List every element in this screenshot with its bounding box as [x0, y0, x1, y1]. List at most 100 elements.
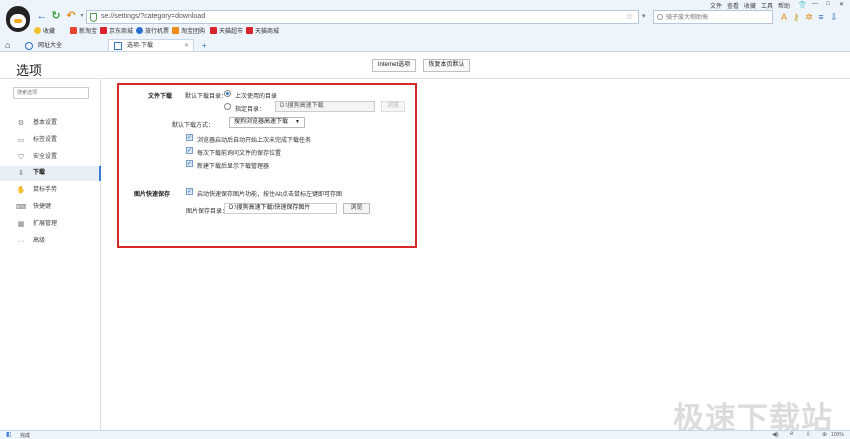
download-status-icon[interactable]: ⇩ [806, 431, 811, 438]
bookmark-item[interactable]: 旅行机票 [136, 26, 169, 36]
bookmark-favorites[interactable]: 收藏 [34, 26, 55, 36]
speaker-icon[interactable]: ◀) [772, 431, 779, 438]
web-search-box[interactable] [653, 10, 773, 24]
sidebar-item-basic[interactable]: ⚙ 基本设置 [0, 116, 101, 131]
options-sidebar: ⚙ 基本设置 ▭ 标签设置 ⛉ 安全设置 ⇩ 下载 ✋ 鼠标手势 ⌨ 快捷键 ▦ 扩展管理 ·… [0, 79, 101, 430]
checkbox-image-quick-save-label: 启动快速保存图片功能，按住Alt点击鼠标左键即可存图 [197, 192, 343, 198]
checkbox-show-manager-label: 新建下载后显示下载管理器 [197, 164, 270, 170]
menu-help[interactable]: 帮助 [778, 1, 790, 10]
sidebar-item-shortcuts[interactable]: ⌨ 快捷键 [0, 200, 101, 215]
radio-last-used-label: 上次使用的目录 [235, 94, 278, 100]
internet-options-button[interactable]: Internet选项 [372, 59, 416, 72]
sidebar-item-security[interactable]: ⛉ 安全设置 [0, 150, 101, 165]
maximize-icon[interactable]: □ [826, 1, 830, 7]
options-search-field[interactable] [13, 87, 89, 99]
tab-options-download[interactable]: 选项-下载 ✕ [108, 39, 194, 51]
translate-icon[interactable]: A [779, 12, 789, 22]
download-settings-panel: 文件下载 默认下载目录： 上次使用的目录 指定目录： D:\搜狗高速下载 浏览 … [117, 83, 417, 248]
download-manager-icon[interactable]: ⇩ [829, 12, 839, 22]
sidebar-item-download[interactable]: ⇩ 下载 [0, 166, 101, 181]
globe-icon [25, 42, 33, 50]
browse-image-dir-button[interactable]: 浏览 [343, 203, 370, 214]
tab-label: 选项-下载 [127, 43, 153, 49]
checkbox-image-quick-save[interactable]: ✓ [186, 188, 193, 195]
address-dropdown-icon[interactable]: ▾ [642, 10, 652, 24]
zoom-icon[interactable]: ⊕ [822, 431, 827, 438]
bookmark-label: 京东商城 [109, 29, 134, 35]
checkbox-resume-label: 浏览器启动后自动开始上次未完成下载任务 [197, 138, 312, 144]
search-icon [657, 14, 663, 20]
specified-dir-field[interactable]: D:\搜狗高速下载 [275, 101, 375, 112]
sidebar-item-extensions[interactable]: ▦ 扩展管理 [0, 217, 101, 232]
checkbox-resume-downloads[interactable]: ✓ [186, 134, 193, 141]
sidebar-item-advanced[interactable]: ··· 高级 [0, 234, 101, 249]
chevron-down-icon: ▼ [295, 119, 300, 125]
close-icon[interactable]: ✕ [839, 1, 844, 8]
tab-icon: ▭ [17, 137, 25, 144]
tab-navigation[interactable]: 网址大全 [19, 39, 105, 51]
radio-specified-dir[interactable] [224, 103, 231, 110]
bookmark-item[interactable]: 天猫超市 [210, 26, 243, 36]
sidebar-item-label: 快捷键 [33, 204, 52, 210]
mouse-gesture-icon: ✋ [16, 187, 26, 194]
group-buy-icon [172, 27, 179, 34]
star-icon [34, 27, 41, 34]
new-tab-button[interactable]: + [198, 39, 212, 51]
sidebar-item-mouse-gesture[interactable]: ✋ 鼠标手势 [0, 183, 101, 198]
checkbox-ask-save-location[interactable]: ✓ [186, 147, 193, 154]
web-search-input[interactable] [666, 13, 766, 22]
menu-file[interactable]: 文件 [710, 1, 722, 10]
checkbox-show-download-manager[interactable]: ✓ [186, 160, 193, 167]
tmall-icon [246, 27, 253, 34]
status-bar: ◧ 完成 ◀) e ⇩ ⊕ 100% [0, 430, 850, 439]
default-method-value: 搜狗浏览器高速下载 [234, 119, 289, 125]
default-method-label: 默认下载方式： [172, 123, 215, 129]
radio-last-used-dir[interactable] [224, 90, 231, 97]
page-title: 选项 [16, 63, 43, 78]
keyboard-icon: ⌨ [16, 204, 27, 211]
security-shield-icon [90, 13, 97, 22]
browser-toolbar: ← ↻ ↶ ▾ se://settings/?category=download… [0, 0, 850, 52]
favorite-star-icon[interactable]: ☆ [626, 12, 633, 21]
sidebar-item-label: 高级 [33, 238, 46, 244]
settings-page-icon [114, 42, 122, 50]
browse-specified-dir-button[interactable]: 浏览 [381, 101, 405, 112]
zoom-level[interactable]: 100% [831, 432, 844, 438]
menu-icon[interactable]: ≡ [816, 12, 826, 22]
refresh-icon[interactable]: ↻ [50, 10, 62, 22]
bookmark-item[interactable]: 新淘宝 [70, 26, 97, 36]
bookmark-item[interactable]: 天猫商城 [246, 26, 279, 36]
skin-icon[interactable]: 👕 [798, 1, 807, 9]
bookmark-item[interactable]: 京东商城 [100, 26, 133, 36]
jd-icon [100, 27, 107, 34]
ie-mode-icon[interactable]: e [790, 431, 793, 437]
sidebar-item-label: 扩展管理 [33, 221, 58, 227]
menu-tools[interactable]: 工具 [761, 1, 773, 10]
gear-icon: ⚙ [17, 120, 25, 127]
address-bar[interactable]: se://settings/?category=download ☆ [86, 10, 639, 24]
radio-specified-label: 指定目录： [235, 107, 266, 113]
tools-icon[interactable]: ✲ [804, 12, 814, 22]
minimize-icon[interactable]: — [812, 1, 818, 7]
image-dir-field[interactable]: D:\搜狗高速下载\快速保存图片 [224, 203, 337, 214]
header-divider [0, 78, 850, 79]
bookmark-label: 新淘宝 [79, 29, 98, 35]
tab-bar: 网址大全 选项-下载 ✕ + [0, 38, 850, 52]
sidebar-item-label: 下载 [33, 170, 46, 176]
restore-defaults-button[interactable]: 恢复本页默认 [423, 59, 470, 72]
menu-view[interactable]: 查看 [727, 1, 739, 10]
options-search-input[interactable] [14, 88, 88, 98]
back-icon[interactable]: ← [36, 10, 48, 22]
key-icon[interactable]: ⚷ [791, 12, 801, 22]
default-method-select[interactable]: 搜狗浏览器高速下载 ▼ [229, 117, 305, 128]
download-icon: ⇩ [18, 170, 24, 177]
bookmark-label: 天猫商城 [255, 29, 280, 35]
account-avatar[interactable] [6, 6, 30, 32]
sidebar-item-label: 安全设置 [33, 154, 58, 160]
section-title-file-download: 文件下载 [148, 94, 173, 100]
bookmark-item[interactable]: 淘宝团购 [172, 26, 205, 36]
sidebar-item-tabs[interactable]: ▭ 标签设置 [0, 133, 101, 148]
tab-close-icon[interactable]: ✕ [184, 40, 189, 52]
address-url: se://settings/?category=download [101, 13, 206, 20]
menu-favorites[interactable]: 收藏 [744, 1, 756, 10]
